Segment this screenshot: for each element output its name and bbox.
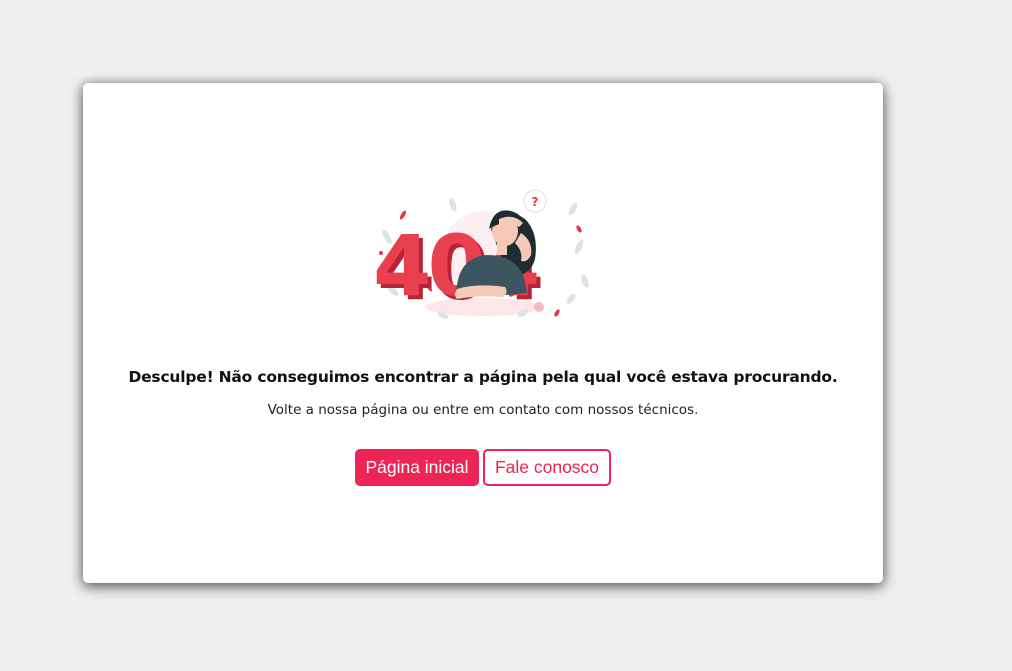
question-mark-icon: ? xyxy=(532,195,539,209)
error-heading: Desculpe! Não conseguimos encontrar a pá… xyxy=(128,368,838,386)
error-actions: Página inicial Fale conosco xyxy=(83,449,883,486)
error-message: Volte a nossa página ou entre em contato… xyxy=(267,402,699,418)
home-button[interactable]: Página inicial xyxy=(355,449,479,486)
404-illustration: 404 404 ? xyxy=(373,189,589,319)
error-card: 404 404 ? Desculpe! Não conseguimos enco… xyxy=(83,83,883,583)
contact-button[interactable]: Fale conosco xyxy=(483,449,611,486)
